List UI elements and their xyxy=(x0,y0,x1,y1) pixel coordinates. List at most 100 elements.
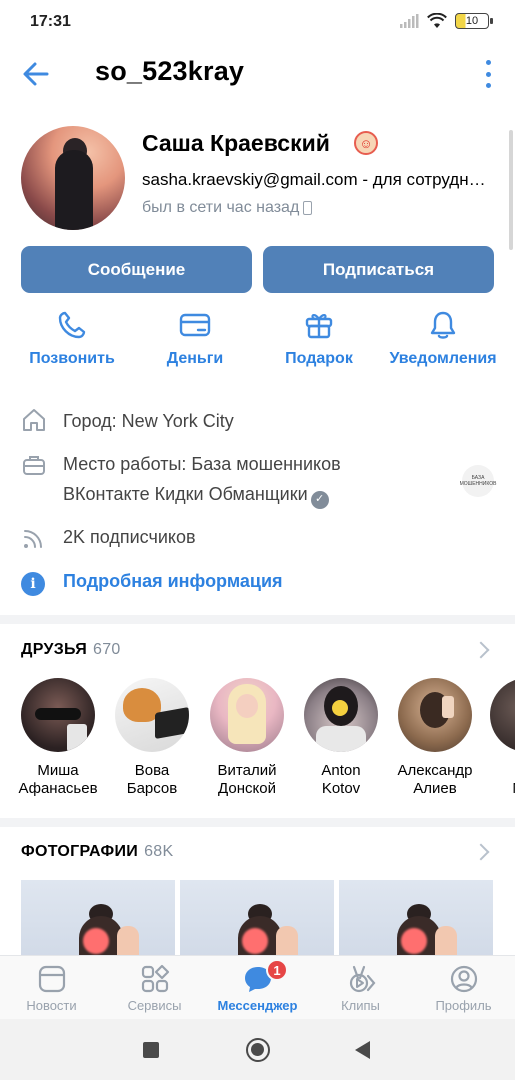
rss-icon xyxy=(24,530,42,548)
action-row: Позвонить Деньги Подарок Уведомления xyxy=(0,309,515,379)
online-status-text: был в сети час назад xyxy=(142,199,300,216)
friend-avatar xyxy=(210,678,284,752)
tab-services[interactable]: Сервисы xyxy=(103,956,206,1020)
notifications-action-label: Уведомления xyxy=(389,350,497,367)
briefcase-icon xyxy=(23,456,45,475)
details-link[interactable]: Подробная информация xyxy=(63,571,283,592)
photo-thumbnail[interactable] xyxy=(180,880,334,955)
friend-item[interactable]: С Мар xyxy=(482,678,515,798)
tab-messenger-label: Мессенджер xyxy=(217,998,298,1013)
signal-icon xyxy=(400,14,419,28)
friend-item[interactable]: Виталий Донской xyxy=(202,678,292,798)
tab-news[interactable]: Новости xyxy=(0,956,103,1020)
unread-badge: 1 xyxy=(266,959,288,981)
work-group-logo[interactable]: БАЗА МОШЕННИКОВ xyxy=(460,465,496,497)
info-icon: i xyxy=(21,572,45,596)
tab-clips-label: Клипы xyxy=(341,998,380,1013)
friend-avatar xyxy=(21,678,95,752)
section-divider xyxy=(0,818,515,827)
friend-first-name: Вова xyxy=(134,762,170,779)
verified-icon: ✓ xyxy=(310,490,329,509)
money-icon xyxy=(179,313,211,337)
friend-last-name: Донской xyxy=(218,780,276,797)
scrollbar[interactable] xyxy=(509,130,513,250)
section-divider xyxy=(0,615,515,624)
friend-item[interactable]: Anton Kotov xyxy=(296,678,386,798)
friends-chevron-right-icon[interactable] xyxy=(472,641,490,659)
photo-thumbnail[interactable] xyxy=(21,880,175,955)
friend-first-name: Виталий xyxy=(217,762,277,779)
friend-avatar xyxy=(398,678,472,752)
followers-text: 2K подписчиков xyxy=(63,527,196,547)
photos-header[interactable]: ФОТОГРАФИИ 68K xyxy=(21,843,173,861)
friends-title: ДРУЗЬЯ xyxy=(21,641,88,658)
tab-services-label: Сервисы xyxy=(127,998,182,1013)
friend-last-name: Алиев xyxy=(413,780,457,797)
more-dot-icon xyxy=(485,60,491,65)
message-button[interactable]: Сообщение xyxy=(21,246,252,293)
friends-header[interactable]: ДРУЗЬЯ 670 xyxy=(21,641,121,659)
more-dot-icon xyxy=(485,71,491,77)
notifications-action[interactable]: Уведомления xyxy=(378,309,508,368)
tab-profile[interactable]: Профиль xyxy=(412,956,515,1020)
phone-icon xyxy=(58,311,86,339)
photos-chevron-right-icon[interactable] xyxy=(472,843,490,861)
city-text: Город: New York City xyxy=(63,411,234,431)
photo-thumbnail[interactable] xyxy=(339,880,493,955)
call-action-label: Позвонить xyxy=(29,350,115,367)
tab-news-label: Новости xyxy=(26,998,77,1013)
clown-face-icon[interactable]: ☺ xyxy=(354,131,378,155)
recent-apps-icon[interactable] xyxy=(143,1042,159,1058)
system-navigation-bar xyxy=(0,1019,515,1080)
more-button[interactable] xyxy=(483,60,493,88)
profile-status: sasha.kraevskiy@gmail.com - для сотрудни… xyxy=(142,170,492,189)
avatar-figure-shape xyxy=(55,150,93,230)
back-button[interactable] xyxy=(20,58,52,90)
subscribe-button[interactable]: Подписаться xyxy=(263,246,494,293)
friend-first-name: Миша xyxy=(37,762,79,779)
gift-action-label: Подарок xyxy=(285,350,353,367)
status-bar: 17:31 10 xyxy=(0,0,515,44)
friend-last-name: Мар xyxy=(482,780,515,798)
friend-item[interactable]: Александр Алиев xyxy=(390,678,480,798)
home-circle-icon[interactable] xyxy=(246,1038,270,1062)
tab-profile-label: Профиль xyxy=(435,998,492,1013)
profile-icon xyxy=(450,965,477,993)
profile-avatar[interactable] xyxy=(21,126,125,230)
status-icons: 10 xyxy=(399,13,493,29)
bell-icon xyxy=(430,311,456,339)
work-text-line2-label: ВКонтакте Кидки Обманщики xyxy=(63,484,308,504)
friend-first-name: Александр xyxy=(397,762,473,779)
friend-item[interactable]: Вова Барсов xyxy=(107,678,197,798)
top-bar: so_523kray xyxy=(0,44,515,102)
profile-handle: so_523kray xyxy=(95,56,245,86)
arrow-left-icon xyxy=(23,62,49,86)
back-triangle-icon[interactable] xyxy=(355,1041,370,1059)
more-dot-icon xyxy=(485,83,491,88)
work-text-line1[interactable]: Место работы: База мошенников xyxy=(63,450,341,479)
mobile-device-icon xyxy=(303,201,313,215)
status-time: 17:31 xyxy=(30,13,71,30)
money-action-label: Деньги xyxy=(166,350,224,367)
tab-messenger[interactable]: 1 Мессенджер xyxy=(206,956,309,1020)
clips-icon xyxy=(349,965,375,993)
tab-clips[interactable]: Клипы xyxy=(309,956,412,1020)
work-text-line2[interactable]: ВКонтакте Кидки Обманщики ✓ xyxy=(63,480,329,509)
photos-title: ФОТОГРАФИИ xyxy=(21,843,139,860)
wifi-icon xyxy=(427,13,447,28)
online-status: был в сети час назад xyxy=(142,199,313,217)
services-icon xyxy=(141,964,169,993)
news-icon xyxy=(38,965,65,993)
home-icon xyxy=(23,409,45,431)
money-action[interactable]: Деньги xyxy=(130,309,260,368)
profile-name: Саша Краевский xyxy=(142,130,330,156)
friend-first-name: Anton xyxy=(321,762,361,779)
friend-item[interactable]: Миша Афанасьев xyxy=(13,678,103,798)
bottom-tab-bar: Новости Сервисы 1 Мессенджер Клипы Профи… xyxy=(0,955,515,1019)
photos-count: 68K xyxy=(144,843,174,860)
friend-avatar xyxy=(304,678,378,752)
gift-action[interactable]: Подарок xyxy=(254,309,384,368)
photos-grid xyxy=(0,880,515,955)
call-action[interactable]: Позвонить xyxy=(7,309,137,368)
friend-last-name: Афанасьев xyxy=(18,780,98,797)
